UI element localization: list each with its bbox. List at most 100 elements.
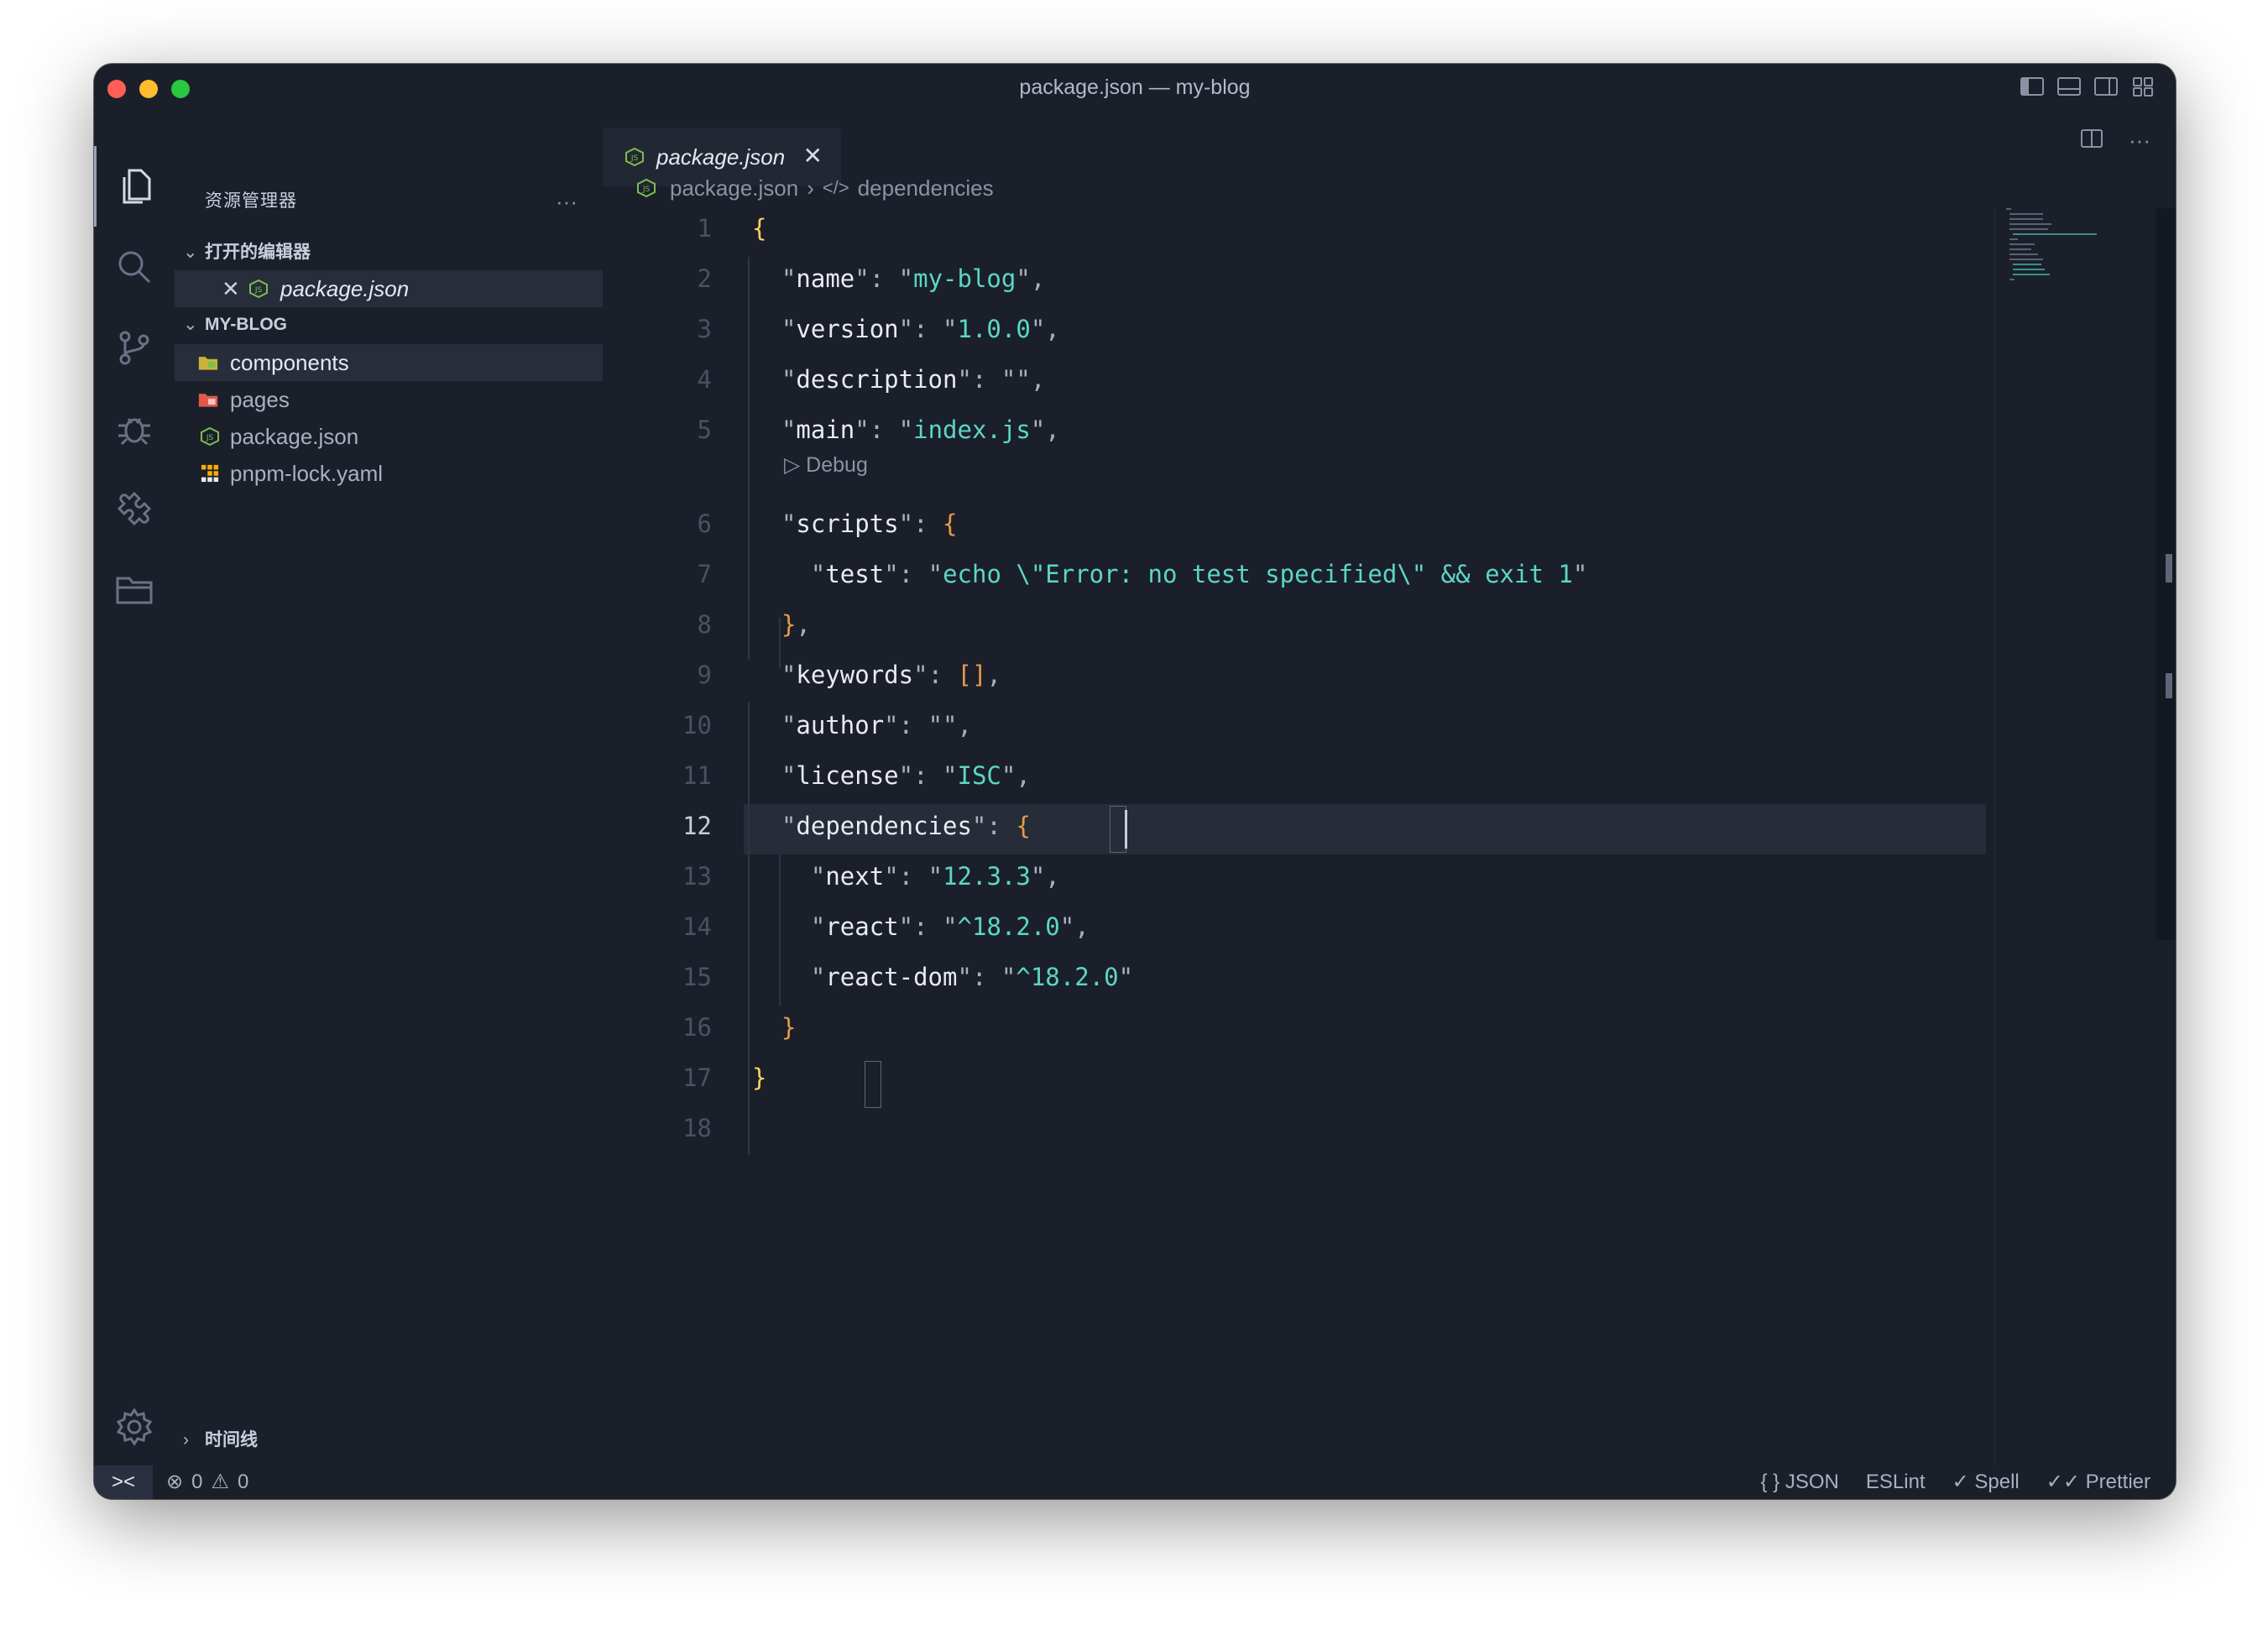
- run-debug-icon[interactable]: [94, 388, 175, 468]
- scrollbar-marker: [2166, 554, 2172, 583]
- nodejs-icon: JS: [625, 148, 644, 166]
- line-number: 10: [682, 711, 712, 739]
- editor-actions: ···: [2080, 128, 2150, 154]
- code-line[interactable]: 4 "description": "",: [603, 354, 2013, 405]
- breadcrumb-file[interactable]: package.json: [670, 173, 798, 203]
- toggle-panel-icon[interactable]: [2056, 76, 2082, 97]
- toggle-secondary-sidebar-icon[interactable]: [2093, 76, 2119, 97]
- layout-controls: [2020, 76, 2156, 97]
- code-text: "next": "12.3.3",: [810, 862, 1060, 891]
- tree-item-components[interactable]: components: [175, 344, 603, 381]
- ruler-line: [1994, 208, 1995, 1466]
- remote-indicator-button[interactable]: ><: [94, 1466, 153, 1499]
- line-number: 11: [682, 761, 712, 790]
- code-line[interactable]: 18: [603, 1103, 2013, 1153]
- timeline-section-header[interactable]: › 时间线: [183, 1424, 258, 1457]
- code-line[interactable]: 14 "react": "^18.2.0",: [603, 901, 2013, 952]
- code-text: "react-dom": "^18.2.0": [810, 963, 1134, 991]
- code-text: "description": "",: [781, 365, 1046, 394]
- line-number: 1: [697, 214, 712, 243]
- chevron-down-icon: ⌄: [183, 315, 198, 334]
- line-number: 12: [682, 812, 712, 840]
- project-root-header[interactable]: ⌄ MY-BLOG: [183, 309, 287, 341]
- code-text: "keywords": [],: [781, 661, 1001, 689]
- error-icon: ⊗: [166, 1471, 184, 1493]
- code-line[interactable]: 2 "name": "my-blog",: [603, 253, 2013, 304]
- prettier-status-button[interactable]: ✓✓ Prettier: [2046, 1466, 2150, 1499]
- pnpm-icon: [201, 464, 219, 483]
- code-text: "license": "ISC",: [781, 761, 1031, 790]
- code-line[interactable]: 9 "keywords": [],: [603, 650, 2013, 700]
- search-icon[interactable]: [94, 227, 175, 307]
- tree-item-package-json[interactable]: JS package.json: [175, 418, 603, 455]
- editor-more-actions-icon[interactable]: ···: [2129, 128, 2150, 154]
- code-line[interactable]: 16 }: [603, 1002, 2013, 1053]
- settings-gear-icon[interactable]: [94, 1387, 175, 1467]
- code-line[interactable]: 6 "scripts": {: [603, 499, 2013, 549]
- open-editor-item[interactable]: ✕ JS package.json: [175, 270, 603, 307]
- split-editor-icon[interactable]: [2080, 128, 2103, 149]
- eslint-status-button[interactable]: ESLint: [1866, 1466, 1926, 1499]
- code-line[interactable]: 1{: [603, 203, 2013, 253]
- explorer-icon[interactable]: [94, 146, 177, 227]
- warning-icon: ⚠: [211, 1471, 229, 1493]
- code-symbol-icon: </>: [822, 177, 849, 198]
- extensions-icon[interactable]: [94, 468, 175, 549]
- minimap[interactable]: [2006, 208, 2140, 309]
- window-title: package.json — my-blog: [1019, 76, 1251, 99]
- code-text: "react": "^18.2.0",: [810, 912, 1090, 941]
- line-number: 6: [697, 509, 712, 538]
- code-text: "dependencies": {: [781, 812, 1031, 840]
- line-number: 2: [697, 264, 712, 293]
- code-line[interactable]: 13 "next": "12.3.3",: [603, 851, 2013, 901]
- code-text: {: [752, 214, 767, 243]
- source-control-icon[interactable]: [94, 307, 175, 388]
- code-line[interactable]: 3 "version": "1.0.0",: [603, 304, 2013, 354]
- line-number: 3: [697, 315, 712, 343]
- code-text: "author": "",: [781, 711, 972, 739]
- line-number: 9: [697, 661, 712, 689]
- code-line[interactable]: 7 "test": "echo \"Error: no test specifi…: [603, 549, 2013, 599]
- code-text: "main": "index.js",: [781, 415, 1060, 444]
- customize-layout-icon[interactable]: [2130, 76, 2156, 97]
- chevron-down-icon: ⌄: [183, 243, 198, 262]
- code-text: "name": "my-blog",: [781, 264, 1046, 293]
- spell-status-button[interactable]: ✓ Spell: [1952, 1466, 2020, 1499]
- line-number: 5: [697, 415, 712, 444]
- line-number: 13: [682, 862, 712, 891]
- language-mode-button[interactable]: { } JSON: [1760, 1466, 1838, 1499]
- open-editors-header[interactable]: ⌄ 打开的编辑器: [183, 237, 311, 269]
- code-text: "scripts": {: [781, 509, 958, 538]
- code-line[interactable]: 12 "dependencies": {: [603, 801, 2013, 851]
- line-number: 15: [682, 963, 712, 991]
- line-number: 17: [682, 1063, 712, 1092]
- tree-item-pages[interactable]: pages: [175, 381, 603, 418]
- code-line[interactable]: 5 "main": "index.js",: [603, 405, 2013, 455]
- tree-item-pnpm-lock[interactable]: pnpm-lock.yaml: [175, 455, 603, 492]
- toggle-primary-sidebar-icon[interactable]: [2020, 76, 2045, 97]
- code-line[interactable]: 10 "author": "",: [603, 700, 2013, 750]
- svg-text:JS: JS: [642, 185, 651, 194]
- code-line[interactable]: 8 },: [603, 599, 2013, 650]
- breadcrumb-symbol[interactable]: dependencies: [858, 173, 994, 203]
- scrollbar-marker: [2166, 673, 2172, 698]
- nodejs-icon: JS: [201, 427, 219, 446]
- title-bar: package.json — my-blog: [94, 64, 2176, 111]
- code-line[interactable]: 15 "react-dom": "^18.2.0": [603, 952, 2013, 1002]
- explorer-more-actions-icon[interactable]: ···: [556, 185, 577, 218]
- matching-bracket-box: [1110, 806, 1126, 853]
- status-bar: >< ⊗ 0 ⚠ 0 { } JSON ESLint ✓ Spell ✓✓ Pr…: [94, 1466, 2176, 1499]
- explorer-title: 资源管理器: [205, 191, 297, 211]
- nodejs-icon: JS: [249, 280, 268, 298]
- problems-status-button[interactable]: ⊗ 0 ⚠ 0: [166, 1466, 248, 1499]
- line-number: 14: [682, 912, 712, 941]
- code-line[interactable]: 17}: [603, 1053, 2013, 1103]
- close-editor-icon[interactable]: ✕: [222, 270, 240, 307]
- text-cursor: [1125, 810, 1127, 849]
- code-text: },: [781, 610, 811, 639]
- braces-icon: { }: [1760, 1471, 1780, 1493]
- svg-text:JS: JS: [630, 154, 639, 163]
- code-line[interactable]: 11 "license": "ISC",: [603, 750, 2013, 801]
- code-editor[interactable]: ▷ Debug 1{2 "name": "my-blog", 3 "version…: [603, 203, 2046, 1466]
- project-manager-icon[interactable]: [94, 549, 175, 630]
